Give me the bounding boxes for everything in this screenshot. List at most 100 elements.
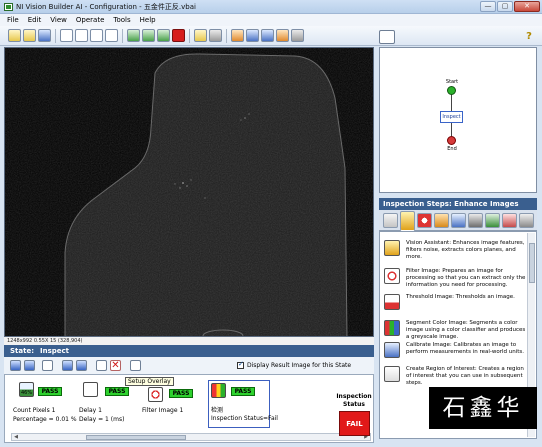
tab-enhance-images[interactable] [400, 211, 415, 231]
step-icon[interactable] [157, 29, 170, 42]
inspected-part-image [5, 48, 373, 336]
state-diagram: Start Inspect End [379, 47, 537, 193]
calculator-icon[interactable] [209, 29, 222, 42]
list-item[interactable]: Vision Assistant: Enhances image feature… [384, 240, 525, 266]
step-detail: Delay = 1 (ms) [79, 416, 125, 423]
copy-icon[interactable] [96, 360, 107, 371]
scrollbar-thumb[interactable] [86, 435, 186, 440]
segment-color-icon [384, 320, 400, 336]
loop-icon[interactable] [42, 360, 53, 371]
tab-measure-features[interactable] [434, 213, 449, 228]
image-display-icon[interactable] [276, 29, 289, 42]
tab-communicate[interactable] [502, 213, 517, 228]
close-button[interactable]: ✕ [514, 1, 540, 12]
zoom-in-icon[interactable] [60, 29, 73, 42]
inspection-status-indicator: FAIL [339, 411, 370, 436]
display-result-checkbox[interactable] [237, 360, 244, 369]
tab-acquire-images[interactable] [383, 213, 398, 228]
image-display[interactable] [4, 47, 374, 337]
run-inspection-icon[interactable] [261, 29, 274, 42]
minimize-button[interactable]: — [480, 1, 496, 12]
open-folder-icon[interactable] [23, 29, 36, 42]
configure-icon[interactable] [291, 29, 304, 42]
window-title: NI Vision Builder AI - Configuration - 五… [16, 3, 196, 11]
inspection-steps-strip: Setup Overlay 46% PASS Count Pixels 1 Pe… [4, 374, 374, 443]
start-node[interactable] [447, 86, 456, 95]
delete-icon[interactable]: ✕ [110, 360, 121, 371]
state-label: State: [10, 347, 35, 355]
lightbulb-icon[interactable] [194, 29, 207, 42]
start-label: Start [445, 79, 459, 85]
zoom-fit-icon[interactable] [90, 29, 103, 42]
inspection-status-title: Inspection Status [336, 393, 372, 408]
list-item[interactable]: Segment Color Image: Segments a color im… [384, 320, 525, 344]
end-label: End [447, 146, 457, 152]
list-item[interactable]: Threshold Image: Thresholds an image. [384, 294, 524, 314]
filter-image-icon [384, 268, 400, 284]
tab-identify-parts[interactable] [468, 213, 483, 228]
image-source-icon[interactable] [231, 29, 244, 42]
run-once-icon[interactable] [127, 29, 140, 42]
step-result-badge: PASS [169, 389, 193, 398]
state-value: Inspect [40, 347, 70, 355]
title-bar[interactable]: NI Vision Builder AI - Configuration - 五… [0, 0, 542, 14]
main-toolbar [0, 26, 542, 46]
inspect-state-node[interactable]: Inspect [440, 111, 463, 123]
inspection-status-icon[interactable] [211, 383, 226, 398]
inspection-mode-icon[interactable] [246, 29, 259, 42]
setup-overlay-tooltip: Setup Overlay [125, 377, 174, 386]
save-icon[interactable] [38, 29, 51, 42]
steps-horizontal-scrollbar[interactable]: ◀ ▶ [11, 433, 371, 441]
calibrate-image-icon [384, 342, 400, 358]
add-step-right-icon[interactable] [24, 360, 35, 371]
image-status-bar: 1248x992 0.55X 15 (328,904) [4, 337, 374, 345]
count-pixels-icon[interactable]: 46% [19, 382, 34, 397]
step-name: Delay 1 [79, 407, 102, 414]
scrollbar-thumb[interactable] [529, 243, 535, 283]
tab-locate-features[interactable] [417, 213, 432, 228]
stop-icon[interactable] [172, 29, 185, 42]
properties-icon[interactable] [130, 360, 141, 371]
new-inspection-icon[interactable] [8, 29, 21, 42]
add-step-icon[interactable] [10, 360, 21, 371]
step-name: 检测 [211, 407, 224, 414]
tab-use-additional-tools[interactable] [485, 213, 500, 228]
vision-assistant-icon [384, 240, 400, 256]
state-bar: State: Inspect [4, 345, 374, 357]
scroll-left-icon[interactable]: ◀ [12, 434, 20, 440]
maximize-button[interactable]: ▢ [497, 1, 513, 12]
menu-help[interactable]: Help [140, 16, 156, 24]
run-continuous-icon[interactable] [142, 29, 155, 42]
menu-edit[interactable]: Edit [28, 16, 42, 24]
threshold-image-icon [384, 294, 400, 310]
menu-bar: File Edit View Operate Tools Help [0, 14, 542, 26]
step-category-tabs [379, 210, 537, 231]
watermark: 石鑫华 [429, 387, 537, 429]
move-right-icon[interactable] [76, 360, 87, 371]
filter-image-icon[interactable] [148, 387, 163, 402]
zoom-out-icon[interactable] [75, 29, 88, 42]
zoom-actual-icon[interactable] [105, 29, 118, 42]
tab-tools[interactable] [519, 213, 534, 228]
stopwatch-icon[interactable] [83, 382, 98, 397]
help-icon[interactable]: ? [524, 30, 534, 43]
state-diagram-icon[interactable] [379, 30, 395, 44]
display-result-label: Display Result Image for this State [247, 362, 352, 369]
list-item[interactable]: Filter Image: Prepares an image for proc… [384, 268, 525, 294]
list-item[interactable]: Calibrate Image: Calibrates an image to … [384, 342, 524, 366]
move-left-icon[interactable] [62, 360, 73, 371]
menu-tools[interactable]: Tools [113, 16, 130, 24]
app-icon [4, 3, 13, 11]
end-node[interactable] [447, 136, 456, 145]
step-name: Count Pixels 1 [13, 407, 56, 414]
menu-view[interactable]: View [50, 16, 67, 24]
inspection-steps-header: Inspection Steps: Enhance Images [379, 198, 537, 210]
menu-operate[interactable]: Operate [76, 16, 104, 24]
step-detail: Percentage = 0.01 % [13, 416, 77, 423]
step-result-badge: PASS [105, 387, 129, 396]
window-controls: — ▢ ✕ [480, 1, 540, 12]
menu-file[interactable]: File [7, 16, 19, 24]
tab-check-for-presence[interactable] [451, 213, 466, 228]
region-of-interest-icon [384, 366, 400, 382]
step-name: Filter Image 1 [142, 407, 184, 414]
